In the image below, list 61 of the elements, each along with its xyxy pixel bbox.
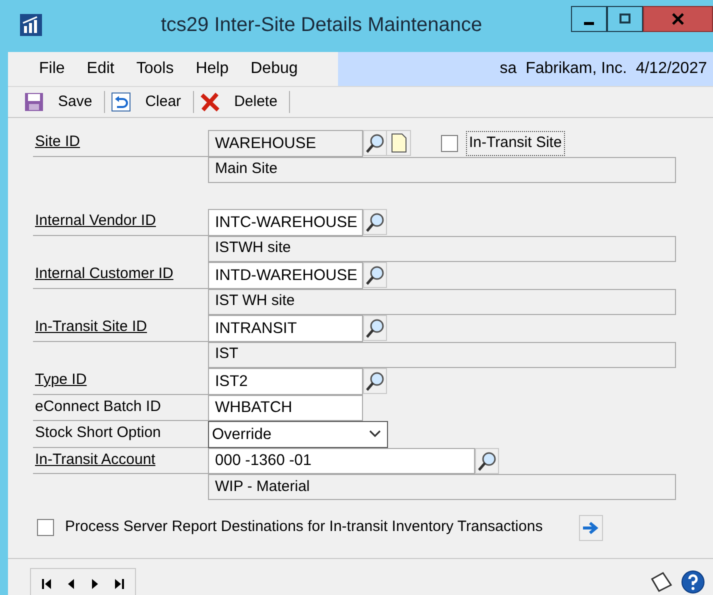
delete-cross-icon [200, 92, 220, 112]
field-link[interactable]: Type ID [35, 369, 87, 392]
close-button[interactable] [643, 6, 713, 32]
field-link[interactable]: Internal Customer ID [35, 263, 174, 286]
lookup-button[interactable] [363, 209, 387, 235]
maximize-icon [619, 13, 631, 25]
help-icon[interactable] [681, 570, 705, 594]
field-link[interactable]: In-Transit Account [35, 448, 156, 471]
description-field: Main Site [208, 156, 676, 182]
toolbar-button[interactable]: Save [24, 90, 100, 114]
search-icon [365, 265, 385, 285]
lookup-button[interactable] [363, 368, 387, 394]
input-field[interactable]: WHBATCH [208, 394, 363, 421]
field-link[interactable]: Internal Vendor ID [35, 210, 156, 232]
description-field: WIP - Material [208, 474, 676, 500]
lookup-button[interactable] [475, 448, 499, 474]
go-button[interactable] [578, 514, 603, 540]
user-info: sa Fabrikam, Inc. 4/12/2027 [500, 59, 707, 79]
maximize-button[interactable] [607, 6, 643, 32]
save-icon [24, 92, 44, 112]
search-icon [365, 212, 385, 232]
field-label: Stock Short Option [35, 423, 161, 443]
input-field[interactable]: IST2 [208, 368, 363, 394]
checkbox[interactable] [37, 519, 54, 536]
search-icon [365, 318, 385, 338]
minimize-icon [584, 22, 594, 25]
lookup-button[interactable] [363, 262, 387, 288]
dropdown-field[interactable]: Override [208, 421, 388, 448]
description-field: ISTWH site [208, 236, 676, 262]
search-icon [365, 371, 385, 391]
search-icon [477, 450, 497, 470]
undo-icon [111, 92, 132, 112]
lookup-button[interactable] [363, 130, 387, 156]
input-field[interactable]: INTC-WAREHOUSE [208, 209, 363, 236]
input-field[interactable]: INTRANSIT [208, 315, 363, 342]
first-record-icon [41, 578, 53, 590]
input-field[interactable]: 000 -1360 -01 [208, 448, 475, 474]
description-field: IST WH site [208, 288, 676, 314]
app-logo-icon [20, 14, 42, 36]
lookup-button[interactable] [363, 315, 387, 341]
checkbox-label[interactable]: Process Server Report Destinations for In-transit Inventory Transactions [65, 516, 543, 539]
note-button[interactable] [387, 130, 411, 156]
chevron-down-icon [369, 430, 381, 438]
description-field: IST [208, 342, 676, 368]
menu-item[interactable]: File [28, 57, 76, 81]
search-icon [365, 133, 385, 153]
arrow-right-icon [582, 520, 600, 534]
window-title: tcs29 Inter-Site Details Maintenance [160, 13, 484, 38]
toolbar-button[interactable]: Delete [200, 90, 286, 114]
field-label: eConnect Batch ID [35, 396, 161, 416]
dropdown-value: Override [212, 424, 272, 445]
field-link[interactable]: In-Transit Site ID [35, 316, 147, 338]
menu-item[interactable]: Help [184, 57, 240, 81]
close-icon [672, 13, 684, 25]
menu-item[interactable]: Tools [125, 57, 185, 81]
toolbar-button[interactable]: Clear [111, 90, 190, 114]
minimize-button[interactable] [571, 6, 607, 32]
menu-item[interactable]: Debug [240, 57, 309, 81]
menu-item[interactable]: Edit [76, 57, 126, 81]
input-field[interactable]: INTD-WAREHOUSE [208, 262, 363, 288]
last-record-icon [113, 578, 125, 590]
